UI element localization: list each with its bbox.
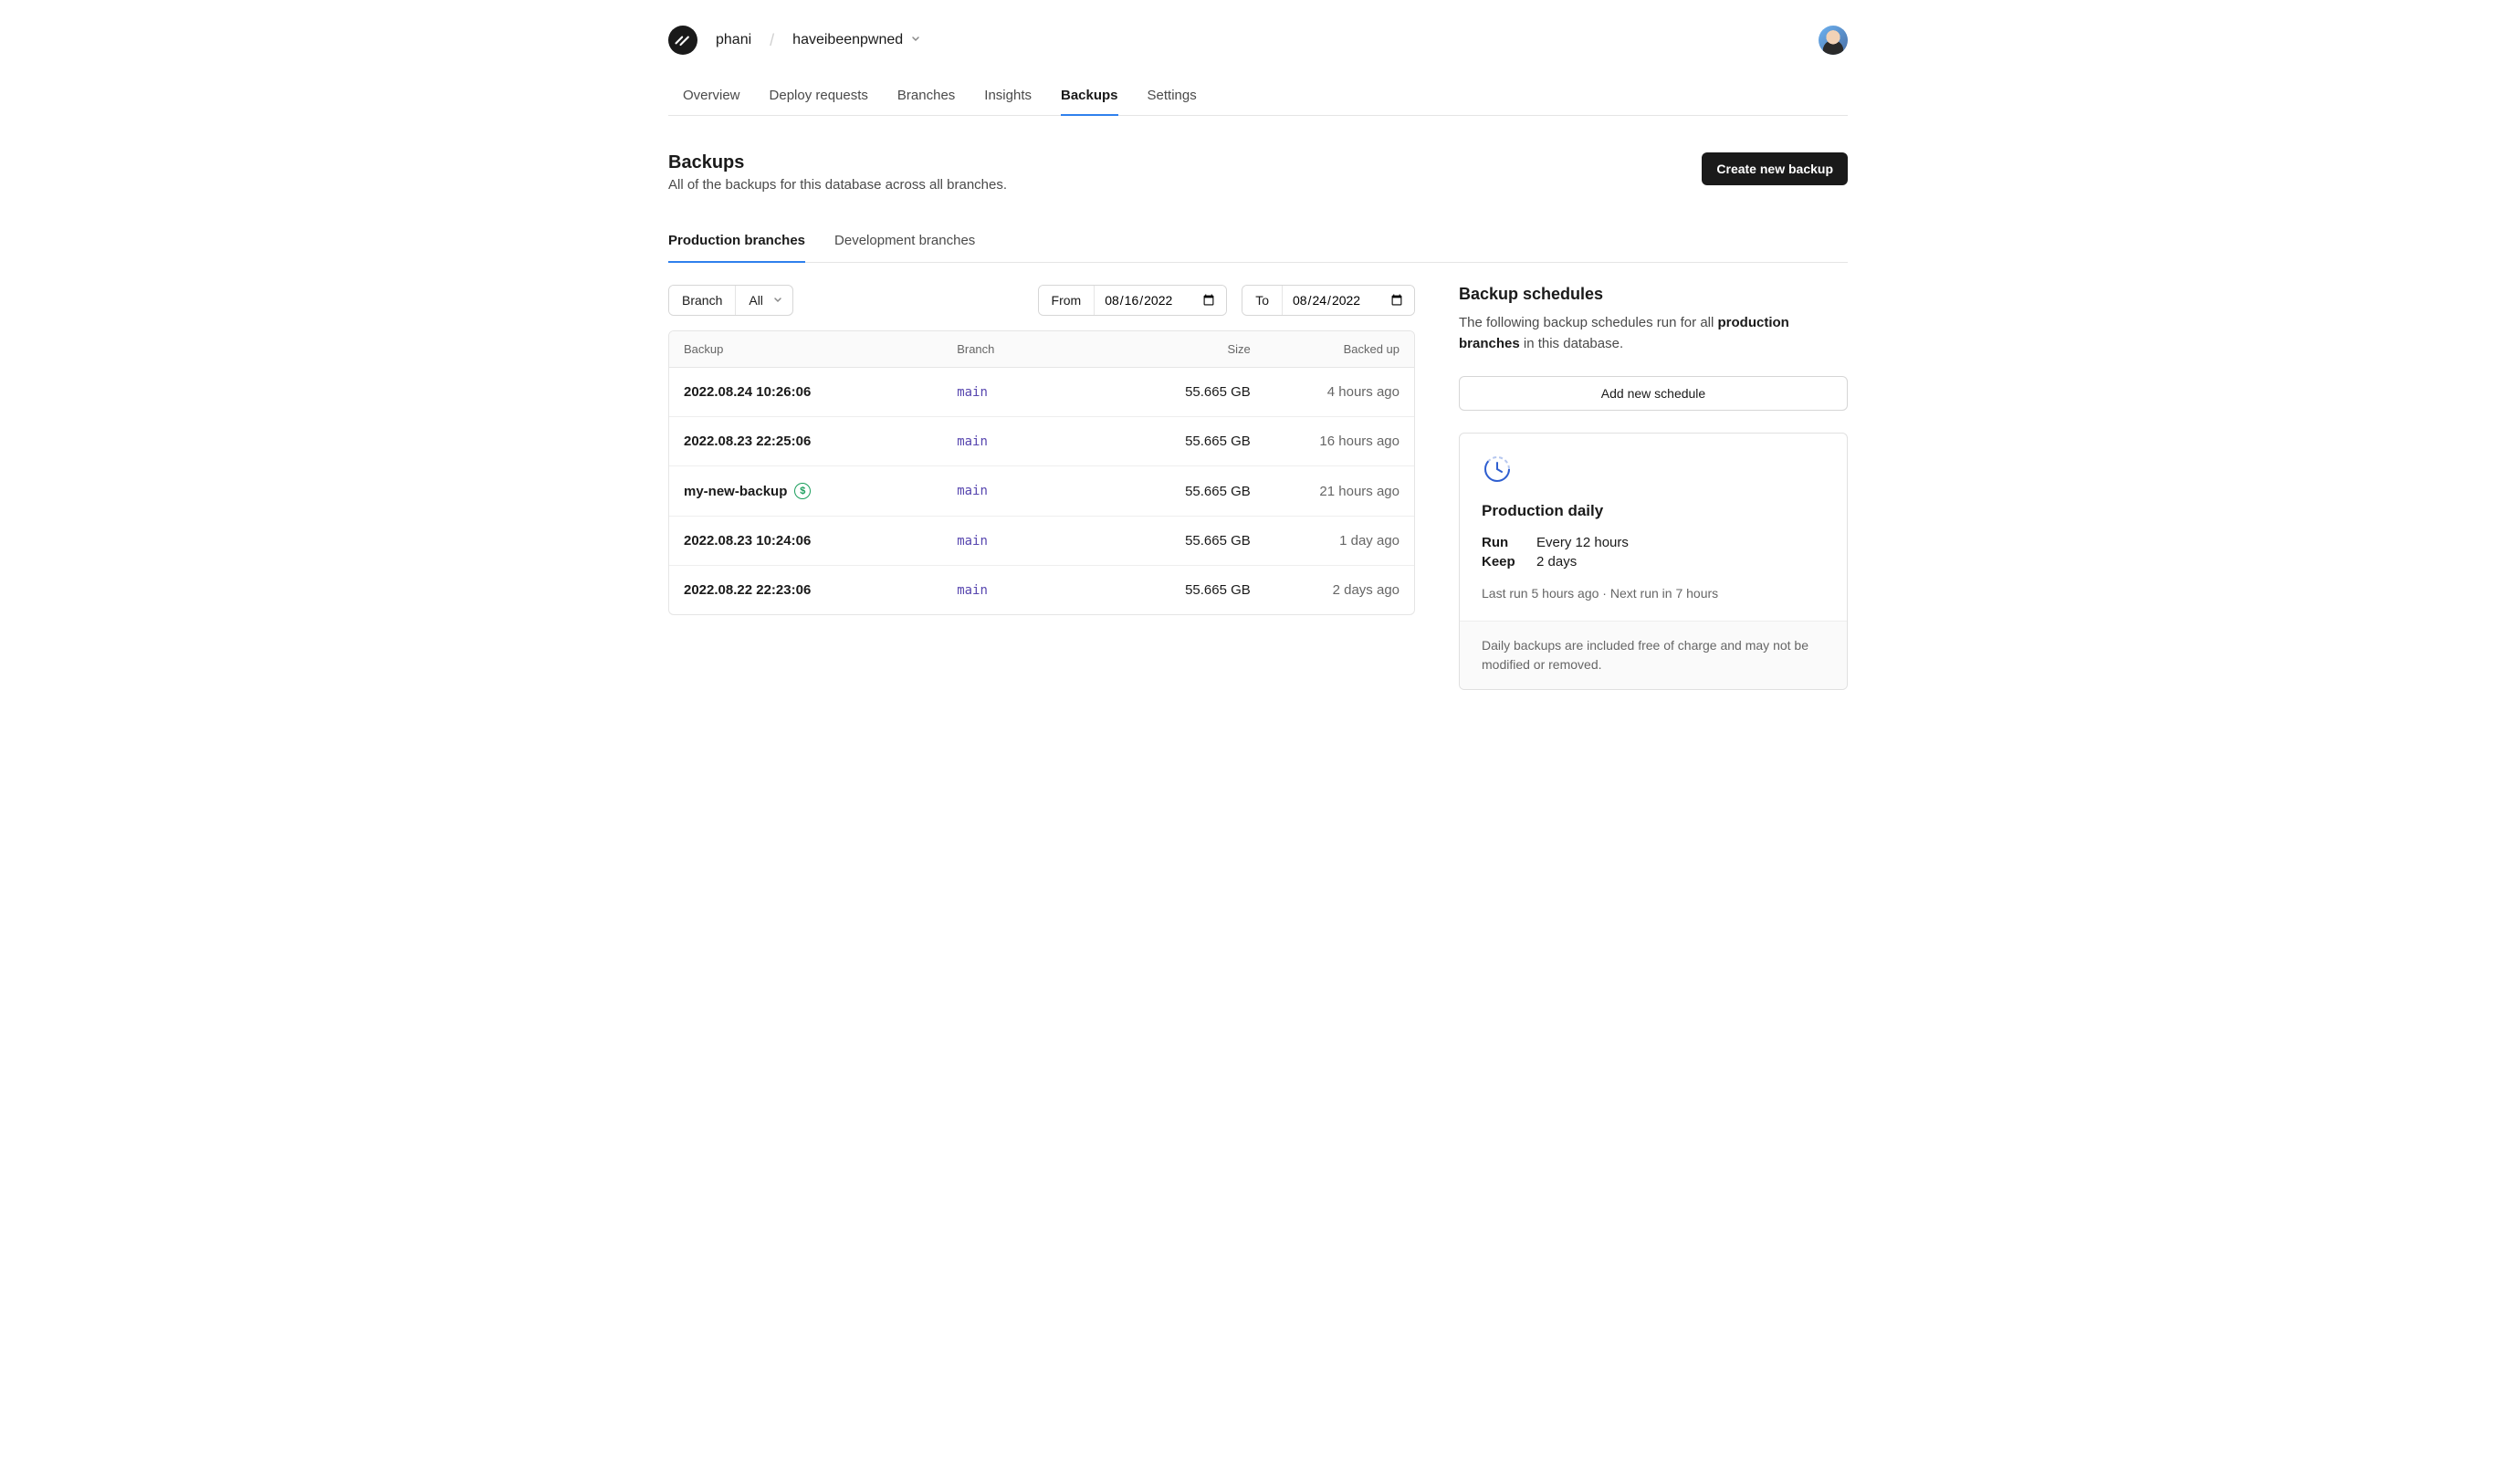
nav-backups[interactable]: Backups	[1061, 77, 1118, 116]
paid-badge-icon: $	[794, 483, 811, 499]
to-date-filter: To	[1242, 285, 1415, 316]
table-row[interactable]: my-new-backup $main55.665 GB21 hours ago	[669, 466, 1414, 517]
schedule-card-footer: Daily backups are included free of charg…	[1460, 621, 1847, 689]
cell-age: 16 hours ago	[1265, 417, 1414, 465]
create-backup-button[interactable]: Create new backup	[1702, 152, 1848, 185]
nav-overview[interactable]: Overview	[683, 77, 740, 116]
sub-tabs: Production branches Development branches	[668, 233, 1848, 263]
cell-branch[interactable]: main	[942, 418, 1104, 465]
page-title: Backups	[668, 152, 1007, 173]
cell-branch[interactable]: main	[942, 467, 1104, 515]
from-label: From	[1039, 286, 1096, 315]
cell-age: 2 days ago	[1265, 566, 1414, 614]
breadcrumb-sep: /	[770, 31, 774, 50]
table-row[interactable]: 2022.08.24 10:26:06 main55.665 GB4 hours…	[669, 368, 1414, 417]
branch-filter-select[interactable]: All	[736, 293, 792, 308]
th-size: Size	[1104, 331, 1265, 367]
branch-filter-label: Branch	[669, 286, 736, 315]
nav-deploy-requests[interactable]: Deploy requests	[770, 77, 868, 116]
cell-backup-name: 2022.08.23 10:24:06	[669, 517, 942, 565]
breadcrumb-project[interactable]: haveibeenpwned	[792, 32, 921, 48]
th-backup: Backup	[669, 331, 942, 367]
tab-development-branches[interactable]: Development branches	[834, 233, 975, 263]
schedules-desc-pre: The following backup schedules run for a…	[1459, 315, 1718, 330]
cell-backup-name: 2022.08.23 22:25:06	[669, 417, 942, 465]
cell-backup-name: my-new-backup $	[669, 466, 942, 516]
breadcrumb-org[interactable]: phani	[716, 32, 751, 48]
breadcrumb: phani / haveibeenpwned	[668, 26, 921, 55]
schedule-card: Production daily Run Every 12 hours Keep…	[1459, 433, 1848, 690]
nav-insights[interactable]: Insights	[984, 77, 1032, 116]
run-value: Every 12 hours	[1536, 535, 1825, 550]
tab-production-branches[interactable]: Production branches	[668, 233, 805, 263]
cell-size: 55.665 GB	[1104, 467, 1265, 516]
add-schedule-button[interactable]: Add new schedule	[1459, 376, 1848, 411]
cell-size: 55.665 GB	[1104, 566, 1265, 614]
cell-backup-name: 2022.08.24 10:26:06	[669, 368, 942, 416]
th-branch: Branch	[942, 331, 1104, 367]
nav-branches[interactable]: Branches	[897, 77, 955, 116]
schedule-card-title: Production daily	[1482, 502, 1825, 520]
table-row[interactable]: 2022.08.22 22:23:06 main55.665 GB2 days …	[669, 566, 1414, 614]
schedule-meta: Last run 5 hours ago · Next run in 7 hou…	[1482, 586, 1825, 601]
chevron-down-icon[interactable]	[910, 32, 921, 48]
cell-branch[interactable]: main	[942, 567, 1104, 614]
cell-age: 21 hours ago	[1265, 467, 1414, 516]
cell-age: 1 day ago	[1265, 517, 1414, 565]
branch-filter: Branch All	[668, 285, 793, 316]
th-backed-up: Backed up	[1265, 331, 1414, 367]
to-label: To	[1242, 286, 1283, 315]
cell-size: 55.665 GB	[1104, 517, 1265, 565]
clock-icon	[1482, 454, 1825, 487]
schedules-desc-post: in this database.	[1520, 336, 1623, 351]
cell-branch[interactable]: main	[942, 369, 1104, 416]
page-subtitle: All of the backups for this database acr…	[668, 177, 1007, 193]
table-row[interactable]: 2022.08.23 22:25:06 main55.665 GB16 hour…	[669, 417, 1414, 466]
cell-age: 4 hours ago	[1265, 368, 1414, 416]
table-row[interactable]: 2022.08.23 10:24:06 main55.665 GB1 day a…	[669, 517, 1414, 566]
schedules-title: Backup schedules	[1459, 285, 1848, 304]
backups-table: Backup Branch Size Backed up 2022.08.24 …	[668, 330, 1415, 615]
cell-branch[interactable]: main	[942, 517, 1104, 565]
run-label: Run	[1482, 535, 1536, 550]
from-date-input[interactable]	[1095, 286, 1226, 315]
to-date-input[interactable]	[1283, 286, 1414, 315]
schedules-desc: The following backup schedules run for a…	[1459, 313, 1848, 354]
keep-label: Keep	[1482, 554, 1536, 570]
nav-settings[interactable]: Settings	[1148, 77, 1197, 116]
cell-size: 55.665 GB	[1104, 417, 1265, 465]
cell-backup-name: 2022.08.22 22:23:06	[669, 566, 942, 614]
logo-icon[interactable]	[668, 26, 697, 55]
keep-value: 2 days	[1536, 554, 1825, 570]
from-date-filter: From	[1038, 285, 1228, 316]
main-nav: Overview Deploy requests Branches Insigh…	[668, 77, 1848, 116]
avatar[interactable]	[1819, 26, 1848, 55]
cell-size: 55.665 GB	[1104, 368, 1265, 416]
breadcrumb-project-label: haveibeenpwned	[792, 32, 903, 48]
